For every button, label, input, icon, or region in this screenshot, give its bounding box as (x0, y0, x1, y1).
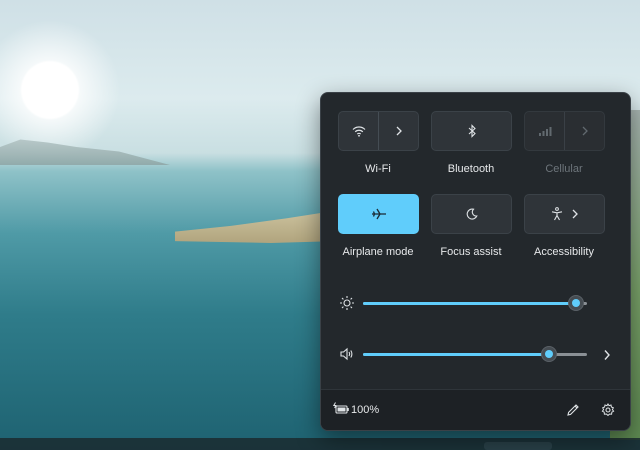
battery-percentage[interactable]: 100% (351, 404, 379, 416)
cellular-toggle-button[interactable] (525, 112, 565, 150)
chevron-right-icon (395, 126, 403, 136)
wifi-tile (338, 111, 419, 151)
moon-icon (466, 208, 478, 220)
volume-output-button[interactable] (597, 345, 617, 365)
chevron-right-icon (581, 126, 589, 136)
wallpaper-hill (0, 139, 170, 165)
focus-assist-label: Focus assist (440, 246, 502, 258)
focus-assist-tile[interactable] (431, 194, 512, 234)
bluetooth-tile[interactable] (431, 111, 512, 151)
edit-quick-settings-button[interactable] (563, 400, 583, 420)
speaker-icon[interactable] (339, 346, 355, 362)
cellular-tile (524, 111, 605, 151)
airplane-mode-tile[interactable] (338, 194, 419, 234)
accessibility-tile[interactable] (524, 194, 605, 234)
settings-button[interactable] (598, 400, 618, 420)
taskbar-tray-area[interactable] (484, 442, 552, 450)
volume-fill (363, 353, 549, 356)
brightness-slider-row (339, 294, 609, 314)
volume-slider-row (339, 345, 610, 365)
bluetooth-label: Bluetooth (447, 163, 495, 175)
taskbar (0, 438, 640, 450)
accessibility-icon (551, 207, 563, 221)
chevron-right-icon (603, 349, 611, 361)
brightness-icon (339, 295, 355, 311)
wifi-icon (352, 125, 366, 137)
quick-settings-footer: 100% (321, 389, 630, 430)
wifi-label: Wi-Fi (365, 163, 391, 175)
quick-settings-panel: Wi-Fi Bluetooth Cellular Airplane mode F… (320, 92, 631, 431)
pencil-icon (566, 403, 580, 417)
wifi-toggle-button[interactable] (339, 112, 379, 150)
brightness-slider-thumb[interactable] (568, 295, 584, 311)
wifi-expand-button[interactable] (379, 112, 418, 150)
volume-slider-thumb[interactable] (541, 346, 557, 362)
wallpaper-grass-island (175, 210, 335, 243)
cellular-label: Cellular (545, 163, 583, 175)
airplane-mode-label: Airplane mode (342, 246, 414, 258)
chevron-right-icon (571, 209, 579, 219)
cellular-icon (538, 125, 552, 137)
gear-icon (601, 403, 615, 417)
airplane-icon (371, 207, 387, 221)
brightness-fill (363, 302, 576, 305)
battery-charging-icon[interactable] (333, 402, 350, 416)
accessibility-label: Accessibility (534, 246, 594, 258)
bluetooth-icon (467, 124, 477, 138)
cellular-expand-button[interactable] (565, 112, 604, 150)
